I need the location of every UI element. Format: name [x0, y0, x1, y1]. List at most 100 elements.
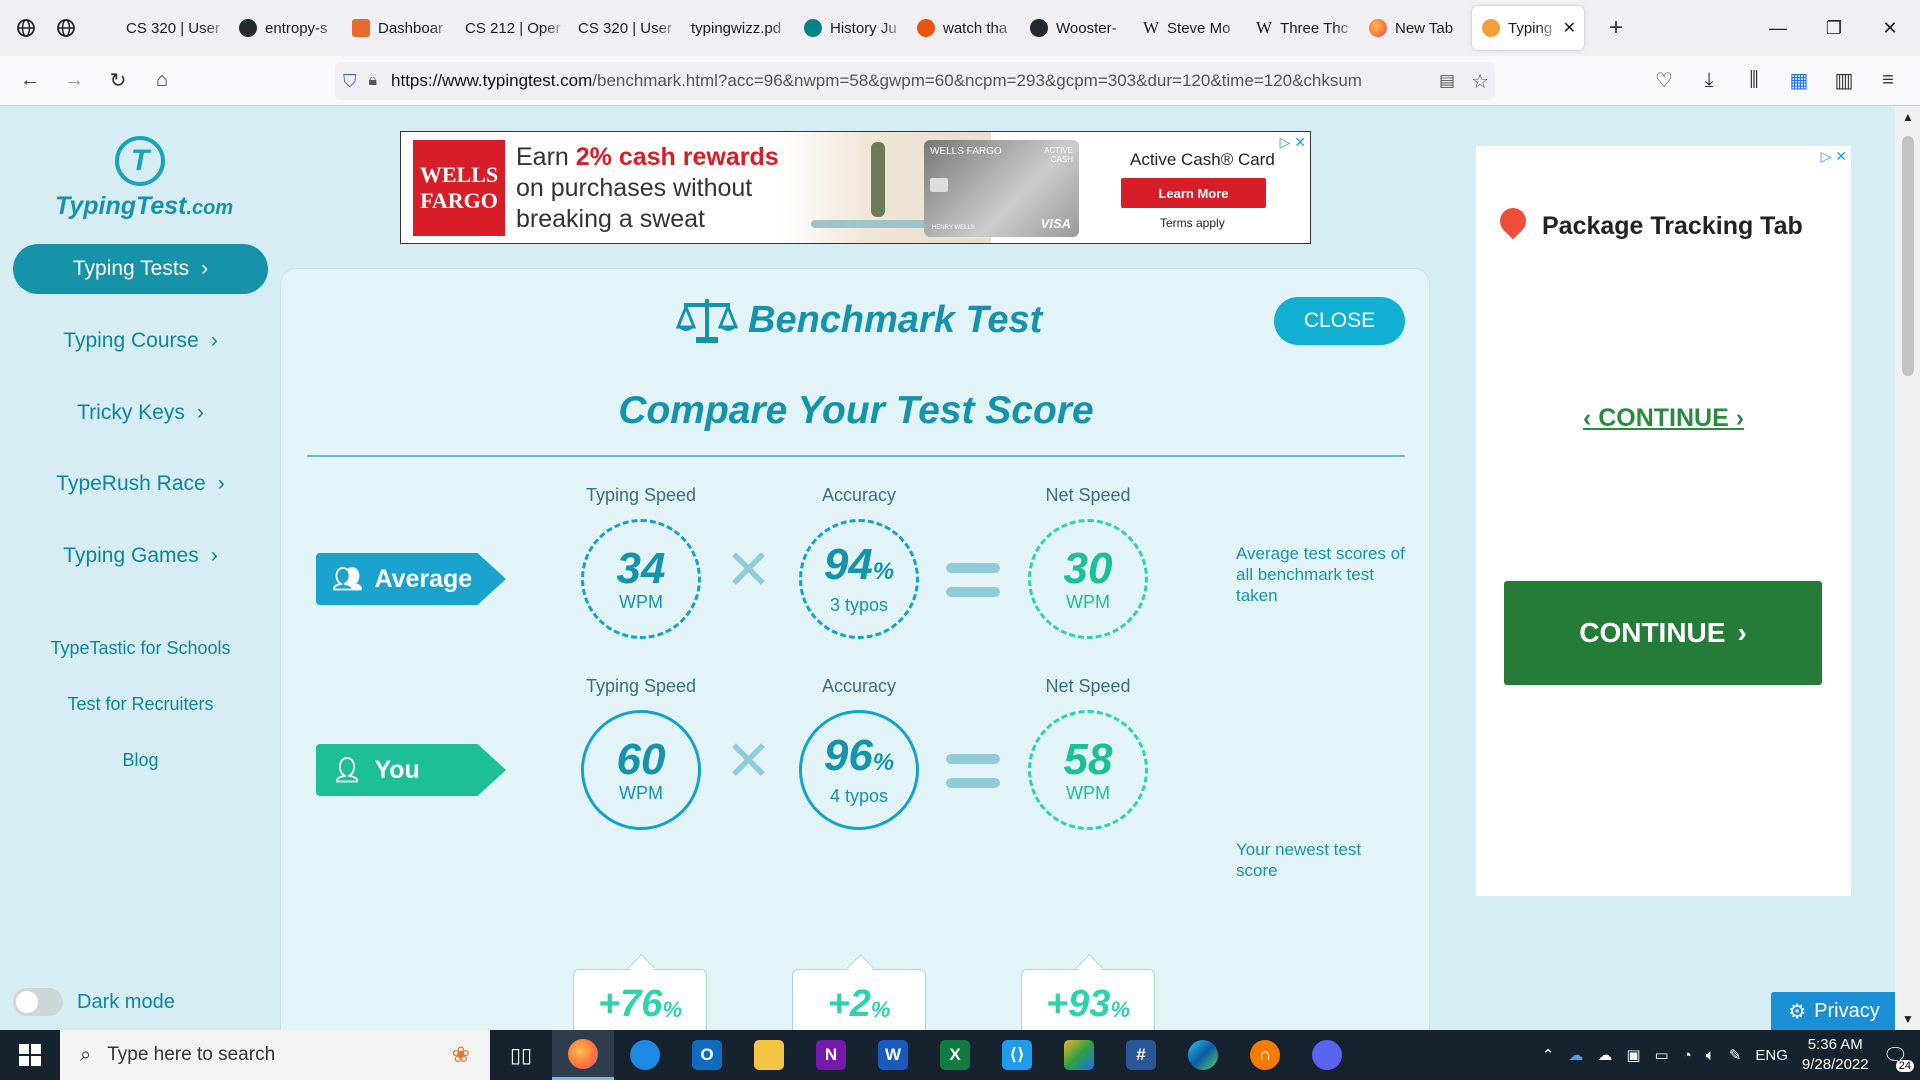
restore-icon[interactable]: ❐	[1806, 0, 1862, 56]
url-path: /benchmark.html?acc=96&nwpm=58&gwpm=60&n…	[592, 71, 1362, 90]
tab[interactable]: CS 320 | User	[116, 6, 229, 50]
site-logo[interactable]: T TypingTest.com	[55, 136, 234, 221]
continue-button[interactable]: CONTINUE ›	[1504, 581, 1822, 685]
tab[interactable]: Wooster-	[1020, 6, 1133, 50]
scroll-down-icon[interactable]: ▼	[1902, 1012, 1914, 1026]
toggle-switch[interactable]	[13, 988, 63, 1016]
wifi-icon[interactable]: ◔	[1683, 1047, 1692, 1064]
minimize-icon[interactable]: —	[1750, 0, 1806, 56]
back-icon[interactable]: ←	[8, 59, 52, 103]
notification-icon[interactable]: 🗨︎ 24	[1883, 1043, 1914, 1072]
windows-start-icon[interactable]	[0, 1030, 60, 1080]
tab[interactable]: New Tab	[1359, 6, 1472, 50]
pocket-icon[interactable]: ♡	[1642, 59, 1686, 103]
globe-icon[interactable]	[46, 8, 86, 48]
lock-icon[interactable]: 🔒︎	[369, 72, 378, 90]
firefox-taskbar-icon[interactable]	[552, 1030, 614, 1080]
you-badge: 👤︎ You	[316, 744, 506, 796]
close-button[interactable]: CLOSE	[1274, 297, 1405, 345]
onenote-taskbar-icon[interactable]: N	[800, 1030, 862, 1080]
edge-taskbar-icon[interactable]	[1172, 1030, 1234, 1080]
scroll-up-icon[interactable]: ▲	[1902, 110, 1914, 124]
users-icon: 👥︎	[332, 565, 363, 593]
battery-icon[interactable]: ▭	[1655, 1046, 1669, 1064]
tab[interactable]: History Ju	[794, 6, 907, 50]
clock[interactable]: 5:36 AM 9/28/2022	[1802, 1035, 1869, 1075]
pen-icon[interactable]: ✎	[1729, 1046, 1742, 1064]
vscode-taskbar-icon[interactable]: ⟨⟩	[986, 1030, 1048, 1080]
tab[interactable]: W Steve Mo	[1133, 6, 1246, 50]
link-typetastic[interactable]: TypeTastic for Schools	[13, 638, 268, 659]
task-view-icon[interactable]: ▯▯	[490, 1030, 552, 1080]
taskbar-search[interactable]: ⌕ Type here to search ❀	[60, 1030, 490, 1080]
sidebar-item-typing-games[interactable]: Typing Games ›	[13, 531, 268, 581]
tab-active[interactable]: Typing ✕	[1472, 6, 1584, 50]
camera-icon[interactable]: ▣	[1626, 1046, 1640, 1064]
globe-icon[interactable]	[6, 8, 46, 48]
extension-icon[interactable]: ▥	[1822, 59, 1866, 103]
adchoices-close-icon[interactable]: ▷ ✕	[1280, 134, 1306, 151]
sidebar-item-typerush-race[interactable]: TypeRush Race ›	[13, 459, 268, 509]
word-taskbar-icon[interactable]: W	[862, 1030, 924, 1080]
clock-date: 9/28/2022	[1801, 1056, 1869, 1073]
url-bar[interactable]: ⛉ 🔒︎ https://www.typingtest.com/benchmar…	[335, 62, 1495, 100]
tab[interactable]: entropy-s	[229, 6, 342, 50]
discord-taskbar-icon[interactable]	[1296, 1030, 1358, 1080]
downloads-icon[interactable]: ⤓	[1687, 59, 1731, 103]
privacy-button[interactable]: ⚙ Privacy	[1771, 992, 1895, 1030]
home-icon[interactable]: ⌂	[140, 59, 184, 103]
tab[interactable]: Dashboar	[342, 6, 455, 50]
close-window-icon[interactable]: ✕	[1862, 0, 1918, 56]
firefox-icon	[1369, 19, 1387, 37]
app-taskbar-icon[interactable]: ∩	[1234, 1030, 1296, 1080]
logo-text: TypingTest.com	[55, 192, 234, 220]
chat-taskbar-icon[interactable]	[614, 1030, 676, 1080]
sidebar-item-tricky-keys[interactable]: Tricky Keys ›	[13, 388, 268, 438]
close-tab-icon[interactable]: ✕	[1563, 18, 1576, 38]
language-indicator[interactable]: ENG	[1755, 1047, 1788, 1064]
continue-link[interactable]: ‹ CONTINUE ›	[1476, 404, 1851, 433]
banner-ad[interactable]: WELLS FARGO Earn 2% cash rewards on purch…	[400, 131, 1311, 244]
shield-icon[interactable]: ⛉	[343, 71, 357, 92]
visual-studio-taskbar-icon[interactable]: #	[1110, 1030, 1172, 1080]
chevron-up-icon[interactable]: ⌃	[1542, 1046, 1555, 1064]
link-recruiters[interactable]: Test for Recruiters	[13, 694, 268, 715]
excel-taskbar-icon[interactable]: X	[924, 1030, 986, 1080]
onedrive-error-icon[interactable]: ☁	[1597, 1046, 1612, 1064]
tab-label: New Tab	[1395, 19, 1454, 37]
file-explorer-icon[interactable]	[738, 1030, 800, 1080]
reader-icon[interactable]: ▦	[1777, 59, 1821, 103]
reader-view-icon[interactable]: ▤	[1439, 71, 1455, 91]
outlook-taskbar-icon[interactable]: O	[676, 1030, 738, 1080]
adchoices-close-icon[interactable]: ▷ ✕	[1821, 148, 1847, 165]
sidebar-item-typing-course[interactable]: Typing Course ›	[13, 316, 268, 366]
link-blog[interactable]: Blog	[13, 750, 268, 771]
tab[interactable]: CS 212 | Oper	[455, 6, 568, 50]
tab[interactable]: CS 320 | User	[568, 6, 681, 50]
library-icon[interactable]: ⫼	[1732, 59, 1776, 103]
col-label-net: Net Speed	[1045, 485, 1131, 505]
dark-mode-toggle[interactable]: Dark mode	[13, 988, 175, 1016]
forward-icon[interactable]: →	[52, 59, 96, 103]
system-tray: ⌃ ☁ ☁ ▣ ▭ ◔ 🔈︎ ✎ ENG 5:36 AM 9/28/2022 🗨…	[1542, 1030, 1920, 1080]
sidebar-item-typing-tests[interactable]: Typing Tests ›	[13, 244, 268, 294]
onedrive-icon[interactable]: ☁	[1568, 1046, 1583, 1064]
url-text[interactable]: https://www.typingtest.com/benchmark.htm…	[391, 71, 1431, 91]
chevron-right-icon: ›	[210, 329, 218, 352]
bookmark-star-icon[interactable]: ☆	[1471, 69, 1489, 94]
clock-time: 5:36 AM	[1807, 1036, 1863, 1053]
tab[interactable]: typingwizz.pd	[681, 6, 794, 50]
new-tab-icon[interactable]: +	[1596, 8, 1636, 48]
tab[interactable]: watch tha	[907, 6, 1020, 50]
volume-icon[interactable]: 🔈︎	[1706, 1047, 1715, 1064]
menu-icon[interactable]: ≡	[1866, 59, 1910, 103]
learn-more-button[interactable]: Learn More	[1121, 178, 1266, 208]
page-scrollbar[interactable]: ▲ ▼	[1895, 106, 1920, 1030]
reload-icon[interactable]: ↻	[96, 59, 140, 103]
accuracy-diff-box: +2%	[792, 969, 926, 1030]
git-app-taskbar-icon[interactable]	[1048, 1030, 1110, 1080]
divider	[307, 455, 1405, 457]
scroll-thumb[interactable]	[1902, 136, 1914, 376]
side-ad[interactable]: ▷ ✕ Package Tracking Tab ‹ CONTINUE › CO…	[1476, 146, 1851, 896]
tab[interactable]: W Three Thc	[1246, 6, 1359, 50]
